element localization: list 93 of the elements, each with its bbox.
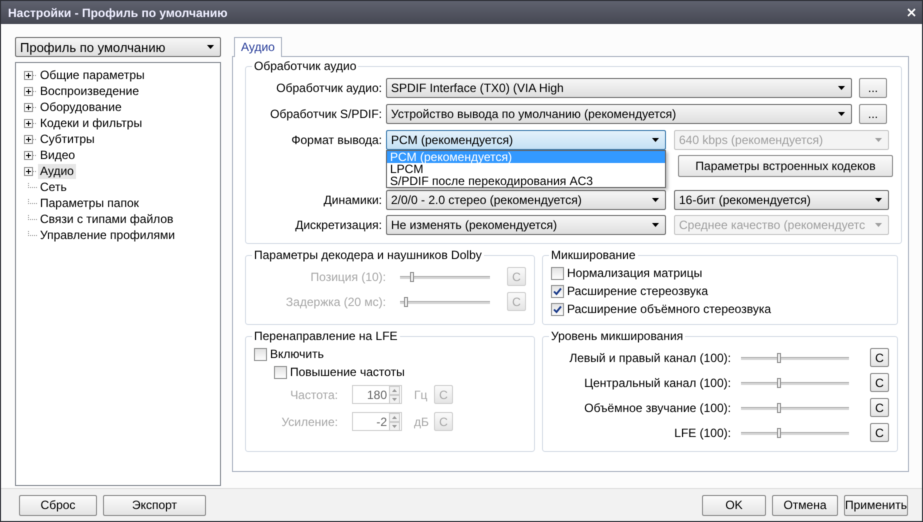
group-title: Параметры декодера и наушников Dolby: [253, 248, 483, 262]
dropdown[interactable]: Устройство вывода по умолчанию (рекомендуется): [386, 104, 852, 124]
checkbox-label: Включить: [270, 347, 324, 361]
window-title: Настройки - Профиль по умолчанию: [8, 6, 228, 20]
field-label: Обработчик аудио:: [275, 81, 382, 95]
expand-icon[interactable]: [24, 150, 37, 160]
group-title: Уровень микширования: [550, 329, 684, 343]
reset-button[interactable]: C: [870, 423, 889, 442]
tab[interactable]: Аудио: [234, 37, 282, 57]
slider[interactable]: [741, 352, 849, 362]
field-label: Усиление:: [280, 414, 338, 428]
caret-icon: [875, 138, 882, 142]
slider-label: Задержка (20 мс):: [284, 294, 386, 308]
checkbox-label: Расширение объёмного стереозвука: [567, 302, 772, 316]
slider[interactable]: [400, 272, 490, 282]
dropdown[interactable]: 2/0/0 - 2.0 стерео (рекомендуется): [386, 190, 666, 210]
expand-icon[interactable]: [24, 70, 37, 80]
footer-button[interactable]: OK: [702, 494, 766, 516]
tree-item[interactable]: Субтитры: [38, 132, 97, 146]
more-button[interactable]: ...: [859, 78, 887, 98]
caret-icon: [875, 198, 882, 202]
slider-thumb[interactable]: [776, 402, 781, 412]
checkbox[interactable]: [254, 348, 267, 360]
caret-icon: [838, 112, 845, 116]
spin-icon[interactable]: [389, 412, 400, 430]
field-label: Формат вывода:: [290, 133, 382, 147]
footer-button[interactable]: Отмена: [772, 494, 838, 516]
slider-label: Позиция (10):: [310, 270, 386, 284]
dropdown[interactable]: PCM (рекомендуется): [386, 130, 666, 150]
caret-icon: [652, 223, 659, 227]
close-icon[interactable]: [907, 8, 916, 17]
checkbox[interactable]: [551, 284, 564, 298]
slider[interactable]: [400, 296, 490, 306]
caret-icon: [207, 45, 214, 49]
expand-icon[interactable]: [24, 134, 37, 144]
profile-dropdown[interactable]: Профиль по умолчанию: [15, 37, 221, 57]
checkbox[interactable]: [551, 266, 564, 280]
slider[interactable]: [741, 428, 849, 438]
tree-item[interactable]: Сеть: [38, 180, 69, 194]
slider-thumb[interactable]: [776, 428, 781, 438]
expand-icon[interactable]: [24, 86, 37, 96]
tree-item[interactable]: Видео: [38, 148, 78, 162]
tree-item[interactable]: Связи с типами файлов: [38, 212, 176, 226]
slider-label: Центральный канал (100):: [583, 376, 731, 390]
expand-icon[interactable]: [24, 102, 37, 112]
slider[interactable]: [741, 378, 849, 388]
field-label: Частота:: [289, 388, 338, 402]
group-title: Перенаправление на LFE: [253, 329, 399, 343]
slider[interactable]: [741, 402, 849, 412]
tree-item[interactable]: Оборудование: [38, 100, 124, 114]
dropdown[interactable]: 16-бит (рекомендуется): [674, 190, 889, 210]
tree-item[interactable]: Кодеки и фильтры: [38, 116, 144, 130]
reset-button[interactable]: C: [870, 398, 889, 417]
dropdown-option[interactable]: LPCM: [387, 163, 665, 175]
reset-button[interactable]: C: [870, 348, 889, 367]
checkbox[interactable]: [551, 302, 564, 316]
tree-item[interactable]: Общие параметры: [38, 68, 147, 82]
checkbox-label: Повышение частоты: [290, 365, 405, 379]
codec-settings-button[interactable]: Параметры встроенных кодеков: [678, 155, 893, 177]
reset-button[interactable]: C: [870, 373, 889, 392]
footer-button[interactable]: Применить: [844, 494, 908, 516]
field-label: Динамики:: [322, 193, 382, 207]
caret-icon: [838, 86, 845, 90]
caret-icon: [652, 138, 659, 142]
checkbox[interactable]: [274, 366, 287, 378]
tree-item[interactable]: Управление профилями: [38, 228, 177, 242]
dropdown-option[interactable]: S/PDIF после перекодирования AC3: [387, 175, 665, 187]
slider-thumb[interactable]: [776, 378, 781, 388]
caret-icon: [875, 223, 882, 227]
group-title: Микширование: [550, 248, 637, 262]
footer-button[interactable]: Экспорт: [103, 494, 206, 516]
dropdown[interactable]: SPDIF Interface (TX0) (VIA High: [386, 78, 852, 98]
expand-icon[interactable]: [24, 118, 37, 128]
tree-item[interactable]: Воспроизведение: [38, 84, 142, 98]
caret-icon: [652, 198, 659, 202]
more-button[interactable]: ...: [859, 104, 887, 124]
footer-button[interactable]: Сброс: [19, 494, 97, 516]
tree-item[interactable]: Параметры папок: [38, 196, 141, 210]
checkbox-label: Расширение стереозвука: [567, 284, 708, 298]
group-title: Обработчик аудио: [253, 59, 358, 73]
field-label: Дискретизация:: [294, 218, 382, 232]
unit-label: Гц: [413, 388, 428, 402]
checkbox-label: Нормализация матрицы: [567, 266, 702, 280]
slider-label: LFE (100):: [673, 426, 731, 440]
unit-label: дБ: [413, 414, 430, 428]
slider-label: Объёмное звучание (100):: [583, 400, 731, 414]
spin-icon[interactable]: [389, 386, 400, 404]
tree-item[interactable]: Аудио: [38, 164, 76, 178]
dropdown[interactable]: Не изменять (рекомендуется): [386, 215, 666, 235]
expand-icon[interactable]: [24, 166, 37, 176]
slider-label: Левый и правый канал (100):: [568, 350, 731, 364]
slider-thumb[interactable]: [776, 352, 781, 362]
field-label: Обработчик S/PDIF:: [269, 107, 382, 121]
